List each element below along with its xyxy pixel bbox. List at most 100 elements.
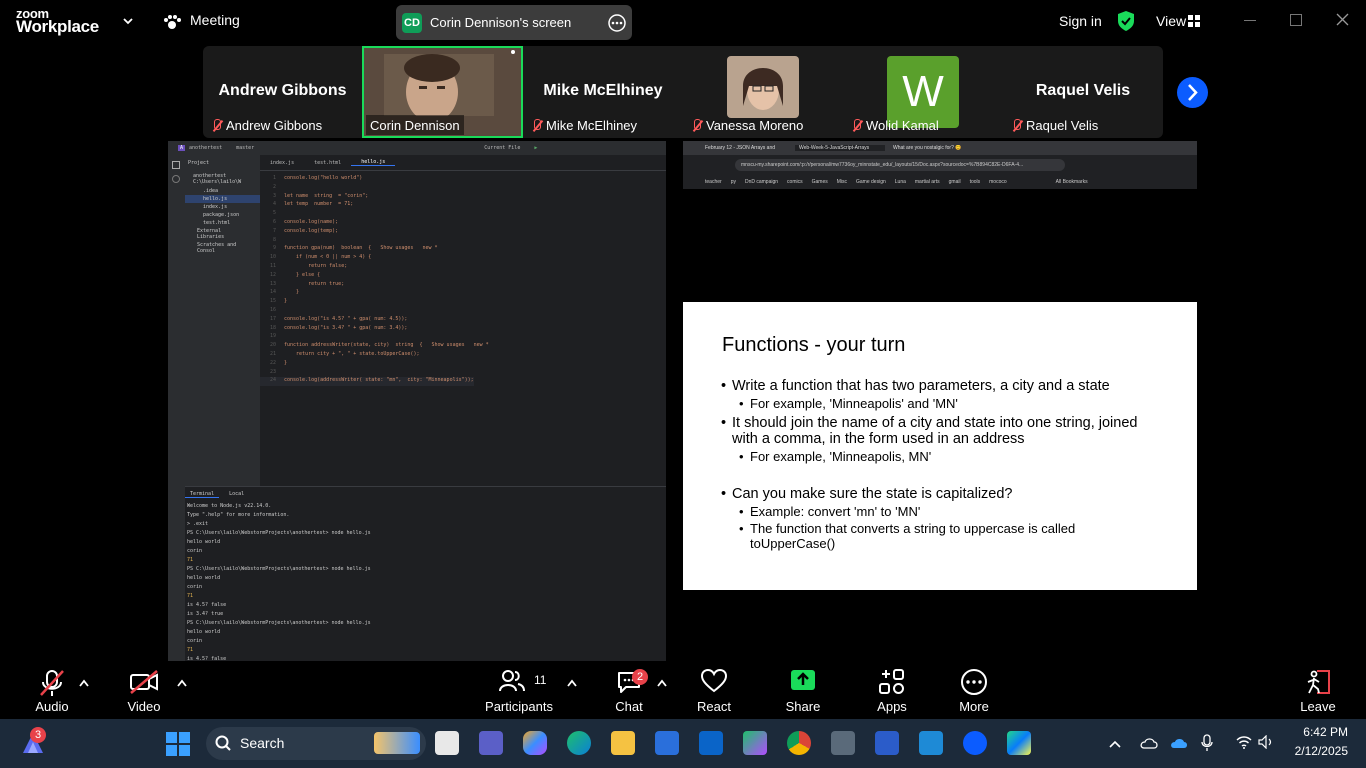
react-button[interactable]: React (692, 661, 736, 719)
editor-tab-active[interactable]: hello.js (351, 159, 396, 166)
chat-options-chevron-icon[interactable] (656, 675, 668, 693)
close-icon[interactable] (1336, 13, 1349, 31)
clock-time[interactable]: 6:42 PM (1282, 725, 1348, 739)
teams-icon[interactable] (479, 731, 503, 755)
line-number: 16 (269, 307, 276, 313)
wifi-icon[interactable] (1236, 735, 1252, 754)
bookmark-item[interactable]: py (731, 179, 736, 185)
bookmark-item[interactable]: gmail (949, 179, 961, 185)
terminal-line: hello world (187, 575, 221, 581)
bookmark-item[interactable]: Luna (895, 179, 906, 185)
bookmark-item[interactable]: All Bookmarks (1056, 179, 1088, 185)
participant-tile[interactable]: Andrew Gibbons Andrew Gibbons (203, 46, 362, 138)
word-icon[interactable] (875, 731, 899, 755)
minimize-button[interactable] (1244, 20, 1256, 21)
browser-tab[interactable]: What are you nostalgic for? 😊 (889, 145, 979, 151)
taskbar-search[interactable]: Search (206, 727, 426, 760)
run-icon[interactable]: ▶ (534, 145, 537, 151)
tree-item-selected[interactable]: hello.js (185, 195, 260, 203)
bookmark-item[interactable]: tools (970, 179, 981, 185)
apps-button[interactable]: Apps (870, 661, 914, 719)
sign-in-link[interactable]: Sign in (1059, 13, 1102, 29)
clock-date[interactable]: 2/12/2025 (1282, 744, 1348, 758)
webstorm-icon[interactable] (1007, 731, 1031, 755)
run-config[interactable]: Current File (484, 145, 520, 151)
vscode-icon[interactable] (919, 731, 943, 755)
more-dots-icon[interactable] (511, 50, 515, 54)
leave-button[interactable]: Leave (1296, 661, 1340, 719)
volume-icon[interactable] (1258, 734, 1274, 754)
onedrive-icon[interactable] (1140, 736, 1158, 754)
browser-tab[interactable]: February 12 - JSON Arrays and (701, 145, 791, 151)
project-name[interactable]: anothertest (189, 145, 222, 151)
commit-icon[interactable] (172, 175, 180, 183)
tree-item[interactable]: .idea (185, 187, 260, 195)
tree-item[interactable]: anothertest C:\Users\lailo\W (185, 171, 260, 187)
participants-options-chevron-icon[interactable] (566, 675, 578, 693)
tree-item[interactable]: External Libraries (185, 227, 260, 241)
tray-chevron-up-icon[interactable] (1108, 736, 1122, 754)
terminal-pane[interactable]: Terminal Local Welcome to Node.js v22.14… (185, 486, 666, 661)
maximize-button[interactable] (1290, 14, 1302, 26)
video-options-chevron-icon[interactable] (176, 675, 188, 693)
terminal-tab[interactable]: Terminal (185, 491, 220, 498)
edge-icon[interactable] (567, 731, 591, 755)
bookmark-item[interactable]: martial arts (915, 179, 940, 185)
bookmark-item[interactable]: Misc (837, 179, 847, 185)
start-button-icon[interactable] (166, 732, 190, 761)
chevron-down-icon[interactable] (122, 14, 134, 32)
tree-item[interactable]: index.js (185, 203, 260, 211)
onedrive-blue-icon[interactable] (1170, 736, 1188, 754)
copilot-icon[interactable] (523, 731, 547, 755)
more-options-icon[interactable] (608, 14, 626, 37)
view-button[interactable]: View (1156, 13, 1186, 29)
code-editor[interactable]: 1 console.log("hello world") 2 3 let name st… (260, 171, 666, 516)
terminal-tab[interactable]: Local (219, 491, 254, 497)
chat-button[interactable]: 2 Chat (606, 661, 652, 719)
share-button[interactable]: Share (781, 661, 825, 719)
terminal-line: corin (187, 548, 203, 554)
calculator-icon[interactable] (831, 731, 855, 755)
tree-item[interactable]: package.json (185, 211, 260, 219)
code-line: 14 } (260, 289, 299, 298)
audio-button[interactable]: Audio (28, 661, 76, 719)
bookmark-item[interactable]: DnD campaign (745, 179, 778, 185)
video-button[interactable]: Video (118, 661, 170, 719)
more-button[interactable]: More (952, 661, 996, 719)
participants-button[interactable]: 11 Participants (484, 661, 554, 719)
url-input[interactable]: mnscu-my.sharepoint.com/:p:/r/personal/m… (735, 158, 1065, 171)
slide-sub-bullet: • For example, 'Minneapolis' and 'MN' (721, 396, 1161, 411)
participant-tile[interactable]: Mike McElhiney Mike McElhiney (523, 46, 683, 138)
participant-tile[interactable]: W Wolid Kamal (843, 46, 1003, 138)
grid-view-icon[interactable] (1188, 14, 1200, 32)
next-page-button[interactable] (1177, 77, 1208, 108)
tree-item[interactable]: Scratches and Consol (185, 241, 260, 255)
audio-options-chevron-icon[interactable] (78, 675, 90, 693)
participant-tile[interactable]: Raquel Velis Raquel Velis (1003, 46, 1163, 138)
folder-icon[interactable] (172, 161, 180, 169)
zoom-app-icon[interactable] (963, 731, 987, 755)
bookmark-item[interactable]: Games (812, 179, 828, 185)
bookmark-item[interactable]: comics (787, 179, 803, 185)
screen-share-indicator[interactable]: CD Corin Dennison's screen (396, 5, 632, 40)
participant-tile[interactable]: Vanessa Moreno (683, 46, 843, 138)
participant-name-tag: Wolid Kamal (847, 115, 943, 135)
editor-tab[interactable]: index.js (260, 160, 304, 166)
bookmark-item[interactable]: Game design (856, 179, 886, 185)
outlook-icon[interactable] (699, 731, 723, 755)
store-icon[interactable] (655, 731, 679, 755)
code-text: return city + ", " + state.toUpperCase()… (284, 351, 420, 357)
participant-tile-active[interactable]: Corin Dennison (362, 46, 523, 138)
bookmark-item[interactable]: teacher (705, 179, 722, 185)
m365-icon[interactable] (743, 731, 767, 755)
file-explorer-icon[interactable] (611, 731, 635, 755)
tree-item[interactable]: test.html (185, 219, 260, 227)
browser-tab-active[interactable]: Web-Week-5-JavaScript-Arrays (795, 145, 885, 151)
branch-name[interactable]: master (236, 145, 254, 151)
shield-check-icon[interactable] (1116, 10, 1136, 37)
task-view-icon[interactable] (435, 731, 459, 755)
chrome-icon[interactable] (787, 731, 811, 755)
editor-tab[interactable]: test.html (304, 160, 351, 166)
microphone-icon[interactable] (1201, 734, 1221, 757)
bookmark-item[interactable]: mococo (989, 179, 1007, 185)
